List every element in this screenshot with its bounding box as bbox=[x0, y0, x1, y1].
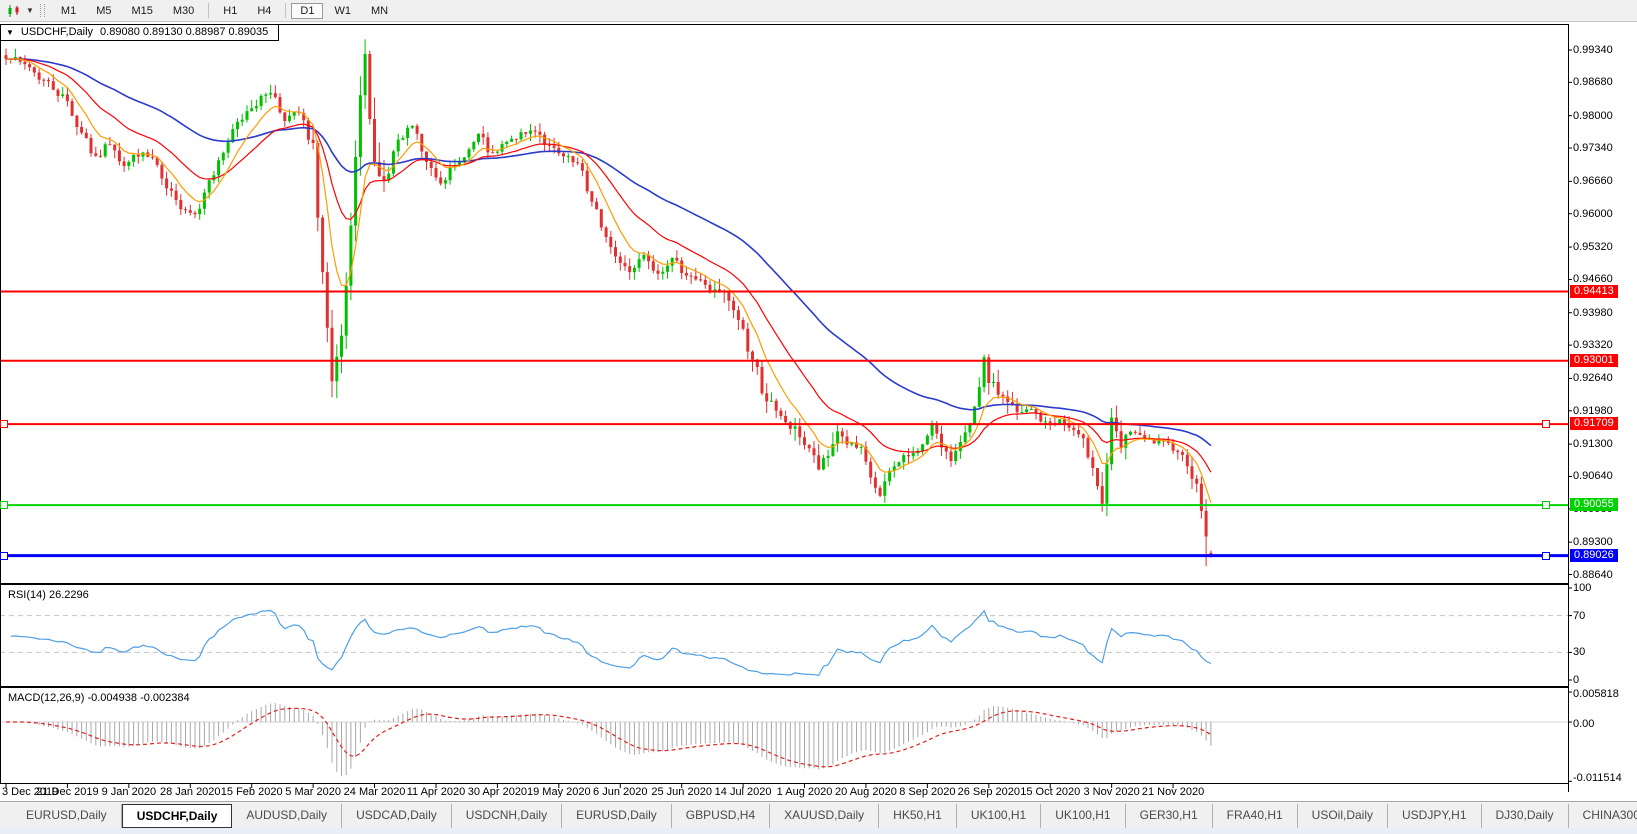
price-axis-label: 0.98000 bbox=[1573, 110, 1613, 122]
line-handle-left[interactable] bbox=[0, 552, 8, 560]
line-handle-right[interactable] bbox=[1542, 420, 1550, 428]
timeframe-toolbar: ▼ M1M5M15M30 H1H4 D1W1MN bbox=[0, 0, 1637, 22]
chart-symbol-label: USDCHF,Daily bbox=[21, 26, 93, 38]
price-line-badge: 0.90055 bbox=[1570, 498, 1618, 511]
date-axis-label: 21 Nov 2020 bbox=[1142, 786, 1204, 798]
date-axis-label: 3 Nov 2020 bbox=[1084, 786, 1140, 798]
timeframe-button-m1[interactable]: M1 bbox=[52, 3, 85, 19]
rsi-axis-label: 70 bbox=[1573, 610, 1585, 622]
price-line-badge: 0.91709 bbox=[1570, 417, 1618, 430]
date-axis-label: 19 May 2020 bbox=[527, 786, 591, 798]
date-axis-label: 21 Dec 2019 bbox=[36, 786, 98, 798]
date-axis-label: 1 Aug 2020 bbox=[777, 786, 833, 798]
rsi-axis-label: 30 bbox=[1573, 646, 1585, 658]
date-axis-label: 20 Aug 2020 bbox=[835, 786, 897, 798]
date-axis-label: 28 Jan 2020 bbox=[160, 786, 221, 798]
rsi-indicator-label: RSI(14) 26.2296 bbox=[8, 589, 89, 601]
price-line-badge: 0.89026 bbox=[1570, 549, 1618, 562]
date-axis-label: 9 Jan 2020 bbox=[102, 786, 156, 798]
macd-axis-label: 0.005818 bbox=[1573, 688, 1619, 700]
symbol-tab-bar: EURUSD,DailyUSDCHF,DailyAUDUSD,DailyUSDC… bbox=[0, 801, 1637, 834]
price-axis-label: 0.91980 bbox=[1573, 405, 1613, 417]
date-axis-label: 11 Apr 2020 bbox=[407, 786, 466, 798]
timeframe-button-d1[interactable]: D1 bbox=[291, 3, 323, 19]
price-axis-label: 0.96000 bbox=[1573, 208, 1613, 220]
symbol-tab-audusd-daily[interactable]: AUDUSD,Daily bbox=[232, 804, 342, 828]
macd-axis-label: -0.011514 bbox=[1573, 772, 1622, 784]
symbol-tab-usoil-daily[interactable]: USOil,Daily bbox=[1298, 804, 1388, 828]
tabbar-bottom-strip bbox=[0, 828, 1637, 834]
timeframe-button-w1[interactable]: W1 bbox=[325, 3, 360, 19]
date-axis-label: 25 Jun 2020 bbox=[651, 786, 712, 798]
collapse-icon[interactable]: ▼ bbox=[6, 28, 14, 37]
mt4-terminal-window: ▼ M1M5M15M30 H1H4 D1W1MN ▼ USDCHF,Daily 0.… bbox=[0, 0, 1637, 834]
price-axis-label: 0.99340 bbox=[1573, 44, 1613, 56]
price-axis-label: 0.98680 bbox=[1573, 76, 1613, 88]
toolbar-grip[interactable] bbox=[40, 4, 45, 17]
chart-type-icon[interactable] bbox=[4, 3, 24, 19]
price-axis-label: 0.92640 bbox=[1573, 372, 1613, 384]
timeframe-button-m15[interactable]: M15 bbox=[122, 3, 161, 19]
chart-title-box: ▼ USDCHF,Daily 0.89080 0.89130 0.88987 0… bbox=[0, 24, 279, 41]
line-handle-right[interactable] bbox=[1542, 552, 1550, 560]
symbol-tab-usdcad-daily[interactable]: USDCAD,Daily bbox=[342, 804, 452, 828]
price-axis-label: 0.93980 bbox=[1573, 307, 1613, 319]
macd-axis-label: 0.00 bbox=[1573, 718, 1594, 730]
symbol-tab-uk100-h1[interactable]: UK100,H1 bbox=[957, 804, 1041, 828]
price-axis-label: 0.96660 bbox=[1573, 175, 1613, 187]
price-axis-label: 0.95320 bbox=[1573, 241, 1613, 253]
symbol-tab-gbpusd-h4[interactable]: GBPUSD,H4 bbox=[672, 804, 770, 828]
symbol-tab-fra40-h1[interactable]: FRA40,H1 bbox=[1213, 804, 1298, 828]
rsi-axis-label: 0 bbox=[1573, 674, 1579, 686]
symbol-tab-ger30-h1[interactable]: GER30,H1 bbox=[1126, 804, 1213, 828]
line-handle-right[interactable] bbox=[1542, 501, 1550, 509]
toolbar-separator bbox=[208, 3, 209, 18]
timeframe-button-m5[interactable]: M5 bbox=[87, 3, 120, 19]
symbol-tab-usdchf-daily[interactable]: USDCHF,Daily bbox=[122, 804, 233, 828]
symbol-tab-china300-h1[interactable]: CHINA300,H1 bbox=[1569, 804, 1637, 828]
price-axis-label: 0.91300 bbox=[1573, 438, 1613, 450]
date-axis-label: 15 Oct 2020 bbox=[1020, 786, 1080, 798]
chart-canvas[interactable] bbox=[0, 0, 1637, 834]
symbol-tab-uk100-h1[interactable]: UK100,H1 bbox=[1041, 804, 1125, 828]
date-axis-label: 15 Feb 2020 bbox=[221, 786, 283, 798]
line-handle-left[interactable] bbox=[0, 420, 8, 428]
rsi-axis-label: 100 bbox=[1573, 582, 1591, 594]
date-axis-label: 30 Apr 2020 bbox=[468, 786, 527, 798]
chart-ohlc-values: 0.89080 0.89130 0.88987 0.89035 bbox=[100, 26, 268, 38]
price-line-badge: 0.93001 bbox=[1570, 354, 1618, 367]
symbol-tab-usdcnh-daily[interactable]: USDCNH,Daily bbox=[452, 804, 562, 828]
timeframe-button-h1[interactable]: H1 bbox=[214, 3, 246, 19]
toolbar-separator bbox=[285, 3, 286, 18]
price-axis-label: 0.89300 bbox=[1573, 536, 1613, 548]
date-axis-label: 26 Sep 2020 bbox=[958, 786, 1020, 798]
date-axis-label: 6 Jun 2020 bbox=[593, 786, 647, 798]
date-axis-label: 14 Jul 2020 bbox=[715, 786, 772, 798]
timeframe-button-h4[interactable]: H4 bbox=[248, 3, 280, 19]
date-axis-label: 5 Mar 2020 bbox=[285, 786, 341, 798]
price-line-badge: 0.94413 bbox=[1570, 285, 1618, 298]
symbol-tab-xauusd-daily[interactable]: XAUUSD,Daily bbox=[770, 804, 879, 828]
price-axis-label: 0.93320 bbox=[1573, 339, 1613, 351]
price-axis-label: 0.97340 bbox=[1573, 142, 1613, 154]
date-axis-label: 24 Mar 2020 bbox=[344, 786, 406, 798]
macd-indicator-label: MACD(12,26,9) -0.004938 -0.002384 bbox=[8, 692, 190, 704]
timeframe-button-m30[interactable]: M30 bbox=[164, 3, 203, 19]
chart-type-caret-icon[interactable]: ▼ bbox=[26, 6, 34, 15]
timeframe-button-mn[interactable]: MN bbox=[362, 3, 397, 19]
symbol-tab-eurusd-daily[interactable]: EURUSD,Daily bbox=[12, 804, 122, 828]
symbol-tab-usdjpy-h1[interactable]: USDJPY,H1 bbox=[1388, 804, 1481, 828]
price-axis-label: 0.88640 bbox=[1573, 569, 1613, 581]
symbol-tab-hk50-h1[interactable]: HK50,H1 bbox=[879, 804, 957, 828]
symbol-tab-eurusd-daily[interactable]: EURUSD,Daily bbox=[562, 804, 672, 828]
line-handle-left[interactable] bbox=[0, 501, 8, 509]
date-axis-label: 8 Sep 2020 bbox=[899, 786, 955, 798]
symbol-tab-dj30-daily[interactable]: DJ30,Daily bbox=[1482, 804, 1569, 828]
price-axis-label: 0.90640 bbox=[1573, 470, 1613, 482]
